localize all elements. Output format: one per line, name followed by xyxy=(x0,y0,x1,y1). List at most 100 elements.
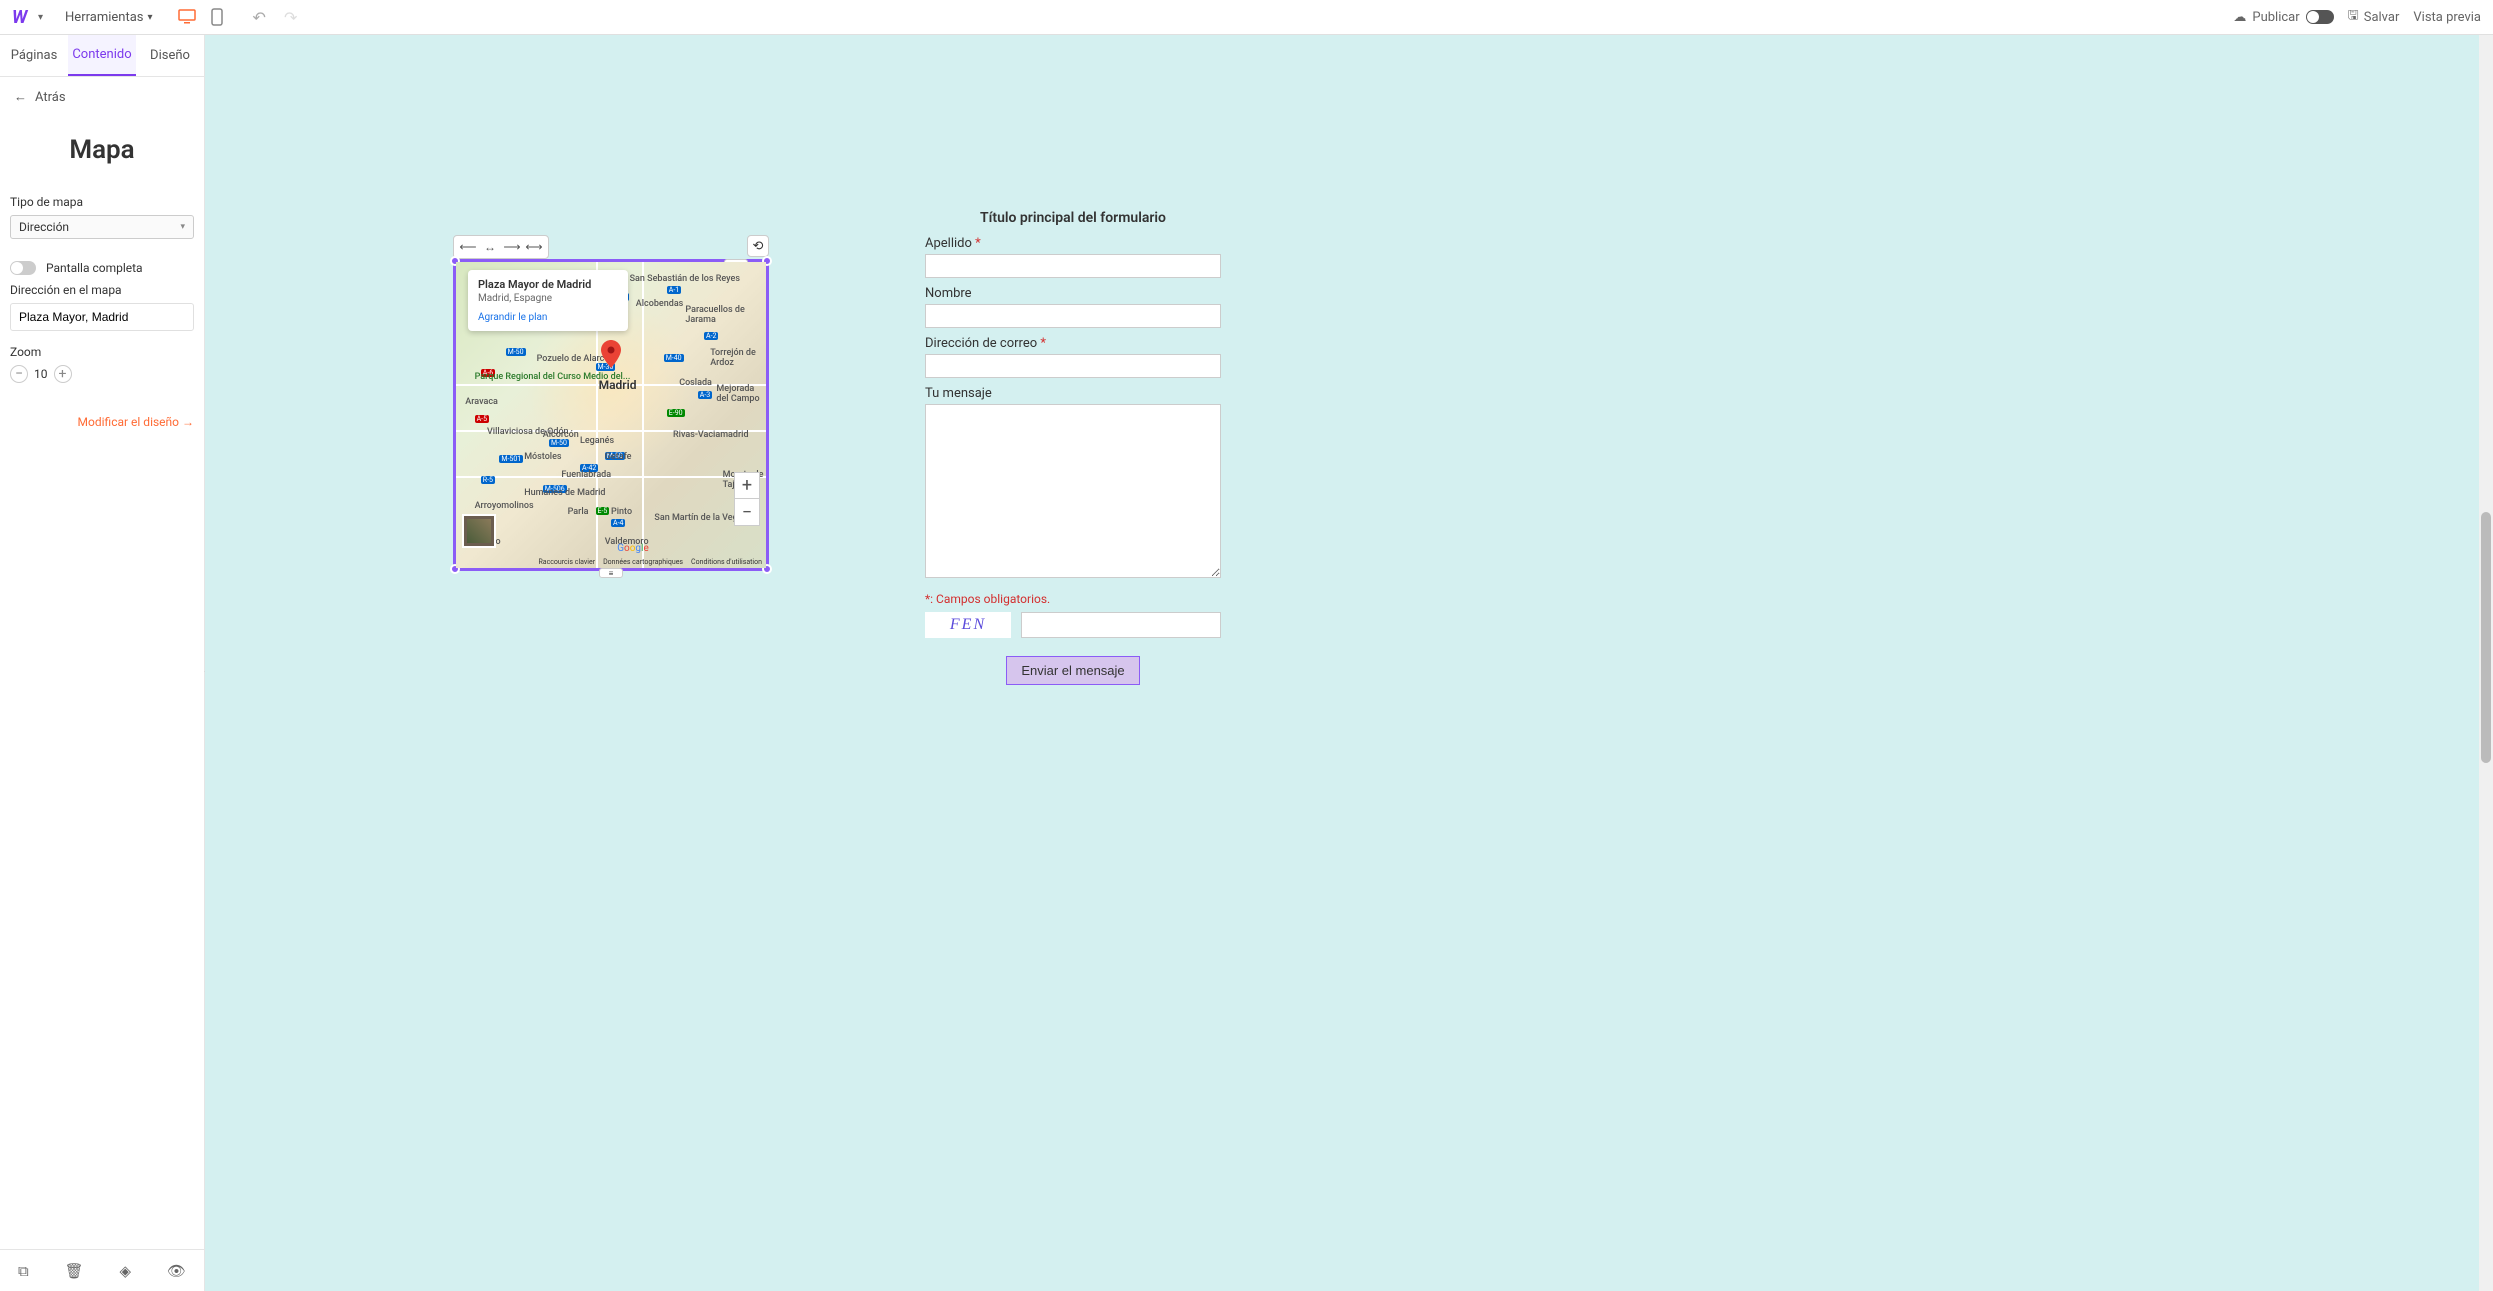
arrow-left-icon: ← xyxy=(14,89,27,105)
map-frame[interactable]: ••• ≡ M-607 M-40 M-50 M-40 M-30 A-2 A-3 … xyxy=(453,259,769,571)
city-label: San Sebastián de los Reyes xyxy=(630,274,740,284)
tab-content[interactable]: Contenido xyxy=(68,35,136,76)
align-right-button[interactable]: ⟶ xyxy=(502,238,522,256)
zoom-increase-button[interactable]: + xyxy=(54,365,72,383)
captcha-input[interactable] xyxy=(1021,612,1221,638)
city-label: Leganés xyxy=(580,436,614,446)
chevron-down-icon: ▾ xyxy=(180,222,185,232)
back-button[interactable]: ← Atrás xyxy=(0,77,204,117)
tools-label: Herramientas xyxy=(65,10,143,25)
city-label: Getafe xyxy=(605,452,632,462)
duplicate-icon[interactable]: ⧉ xyxy=(18,1262,29,1280)
terms-link[interactable]: Conditions d'utilisation xyxy=(691,558,762,566)
sidebar: Páginas Contenido Diseño ← Atrás Mapa Ti… xyxy=(0,35,205,1291)
zoom-label: Zoom xyxy=(10,345,194,359)
tab-pages[interactable]: Páginas xyxy=(0,35,68,76)
zoom-value: 10 xyxy=(34,367,48,381)
city-label: Torrejón de Ardoz xyxy=(710,348,766,368)
zoom-decrease-button[interactable]: − xyxy=(10,365,28,383)
road-badge: E-5 xyxy=(596,507,610,515)
scrollbar-thumb[interactable] xyxy=(2481,512,2491,763)
publish-button[interactable]: ☁ Publicar xyxy=(2233,10,2333,25)
tab-design[interactable]: Diseño xyxy=(136,35,204,76)
modify-design-link[interactable]: Modificar el diseño → xyxy=(0,397,204,447)
alignment-toolbar: ⟵ ↔ ⟶ ⟷ xyxy=(453,235,549,259)
map-pin-icon xyxy=(601,340,621,372)
align-left-button[interactable]: ⟵ xyxy=(458,238,478,256)
message-textarea[interactable] xyxy=(925,404,1221,578)
eye-icon[interactable]: 👁 xyxy=(167,1262,186,1280)
undo-button[interactable]: ↶ xyxy=(253,8,266,27)
zoom-stepper: − 10 + xyxy=(10,365,194,383)
surname-input[interactable] xyxy=(925,254,1221,278)
height-handle[interactable]: ≡ xyxy=(599,568,623,578)
city-label: Pinto xyxy=(611,507,632,517)
required-note: *: Campos obligatorios. xyxy=(925,592,1221,606)
chevron-down-icon[interactable]: ▾ xyxy=(38,12,43,23)
map-footer: Raccourcis clavier Données cartographiqu… xyxy=(456,558,766,566)
city-label: Parque Regional del Curso Medio del... xyxy=(475,372,631,382)
align-stretch-button[interactable]: ⟷ xyxy=(524,238,544,256)
map-type-value: Dirección xyxy=(19,220,69,234)
trash-icon[interactable]: 🗑 xyxy=(65,1262,84,1280)
refresh-button[interactable]: ⟲ xyxy=(747,235,769,257)
city-label: Parla xyxy=(568,507,589,517)
google-logo: Google xyxy=(617,543,649,554)
road-badge: M-50 xyxy=(506,348,526,356)
layers-icon[interactable]: ◈ xyxy=(120,1262,132,1280)
map-zoom-out-button[interactable]: − xyxy=(735,499,759,525)
app-logo[interactable]: W xyxy=(12,7,32,27)
tools-menu[interactable]: Herramientas ▾ xyxy=(65,10,153,25)
refresh-icon: ⟲ xyxy=(753,239,764,254)
surname-label: Apellido * xyxy=(925,236,1221,251)
city-label: Móstoles xyxy=(524,452,561,462)
preview-label: Vista previa xyxy=(2413,10,2481,25)
scrollbar[interactable] xyxy=(2479,35,2493,1291)
map-info-window: Plaza Mayor de Madrid Madrid, Espagne Ag… xyxy=(468,270,628,331)
save-button[interactable]: 🖫 Salvar xyxy=(2348,6,2400,28)
fullscreen-label: Pantalla completa xyxy=(46,261,143,275)
map-widget[interactable]: ⟵ ↔ ⟶ ⟷ ⟲ ••• ≡ xyxy=(453,235,773,571)
road-badge: A-2 xyxy=(704,332,718,340)
address-input[interactable] xyxy=(10,303,194,331)
canvas[interactable]: ⟵ ↔ ⟶ ⟷ ⟲ ••• ≡ xyxy=(205,35,2493,1291)
panel-title: Mapa xyxy=(0,135,204,165)
info-title: Plaza Mayor de Madrid xyxy=(478,278,618,291)
road-badge: R-5 xyxy=(481,476,495,484)
mobile-view-button[interactable] xyxy=(205,6,229,28)
back-label: Atrás xyxy=(35,90,66,105)
cloud-upload-icon: ☁ xyxy=(2233,10,2246,25)
shortcuts-link[interactable]: Raccourcis clavier xyxy=(538,558,595,566)
form-title: Título principal del formulario xyxy=(925,210,1221,226)
publish-label: Publicar xyxy=(2252,10,2299,25)
road-badge: E-90 xyxy=(667,409,685,417)
map-type-select[interactable]: Dirección ▾ xyxy=(10,215,194,239)
sidebar-bottom-toolbar: ⧉ 🗑 ◈ 👁 xyxy=(0,1249,204,1291)
road-badge: M-501 xyxy=(499,455,523,463)
map-zoom-in-button[interactable]: + xyxy=(735,473,759,499)
city-label: Coslada xyxy=(679,378,712,388)
map-data-link[interactable]: Données cartographiques xyxy=(603,558,683,566)
save-icon: 🖫 xyxy=(2348,6,2359,28)
align-center-button[interactable]: ↔ xyxy=(480,238,500,256)
sidebar-tabs: Páginas Contenido Diseño xyxy=(0,35,204,77)
desktop-view-button[interactable] xyxy=(175,6,199,28)
city-label: Paracuellos de Jarama xyxy=(685,305,766,325)
contact-form: Título principal del formulario Apellido… xyxy=(925,210,1221,685)
road-badge: M-50 xyxy=(549,439,569,447)
satellite-toggle[interactable] xyxy=(462,514,496,548)
road-badge: A-4 xyxy=(611,519,625,527)
enlarge-map-link[interactable]: Agrandir le plan xyxy=(478,312,618,323)
city-label: Rivas-Vaciamadrid xyxy=(673,430,749,440)
redo-button[interactable]: ↷ xyxy=(284,8,297,27)
name-input[interactable] xyxy=(925,304,1221,328)
captcha-image: FEN xyxy=(925,612,1011,638)
fullscreen-toggle[interactable] xyxy=(10,261,36,275)
submit-button[interactable]: Enviar el mensaje xyxy=(1006,656,1139,685)
publish-toggle[interactable] xyxy=(2306,10,2334,24)
city-label: Fuenlabrada xyxy=(561,470,611,480)
email-input[interactable] xyxy=(925,354,1221,378)
city-label: Humanes de Madrid xyxy=(524,488,605,498)
preview-button[interactable]: Vista previa xyxy=(2413,10,2481,25)
road-badge: A-3 xyxy=(698,391,712,399)
